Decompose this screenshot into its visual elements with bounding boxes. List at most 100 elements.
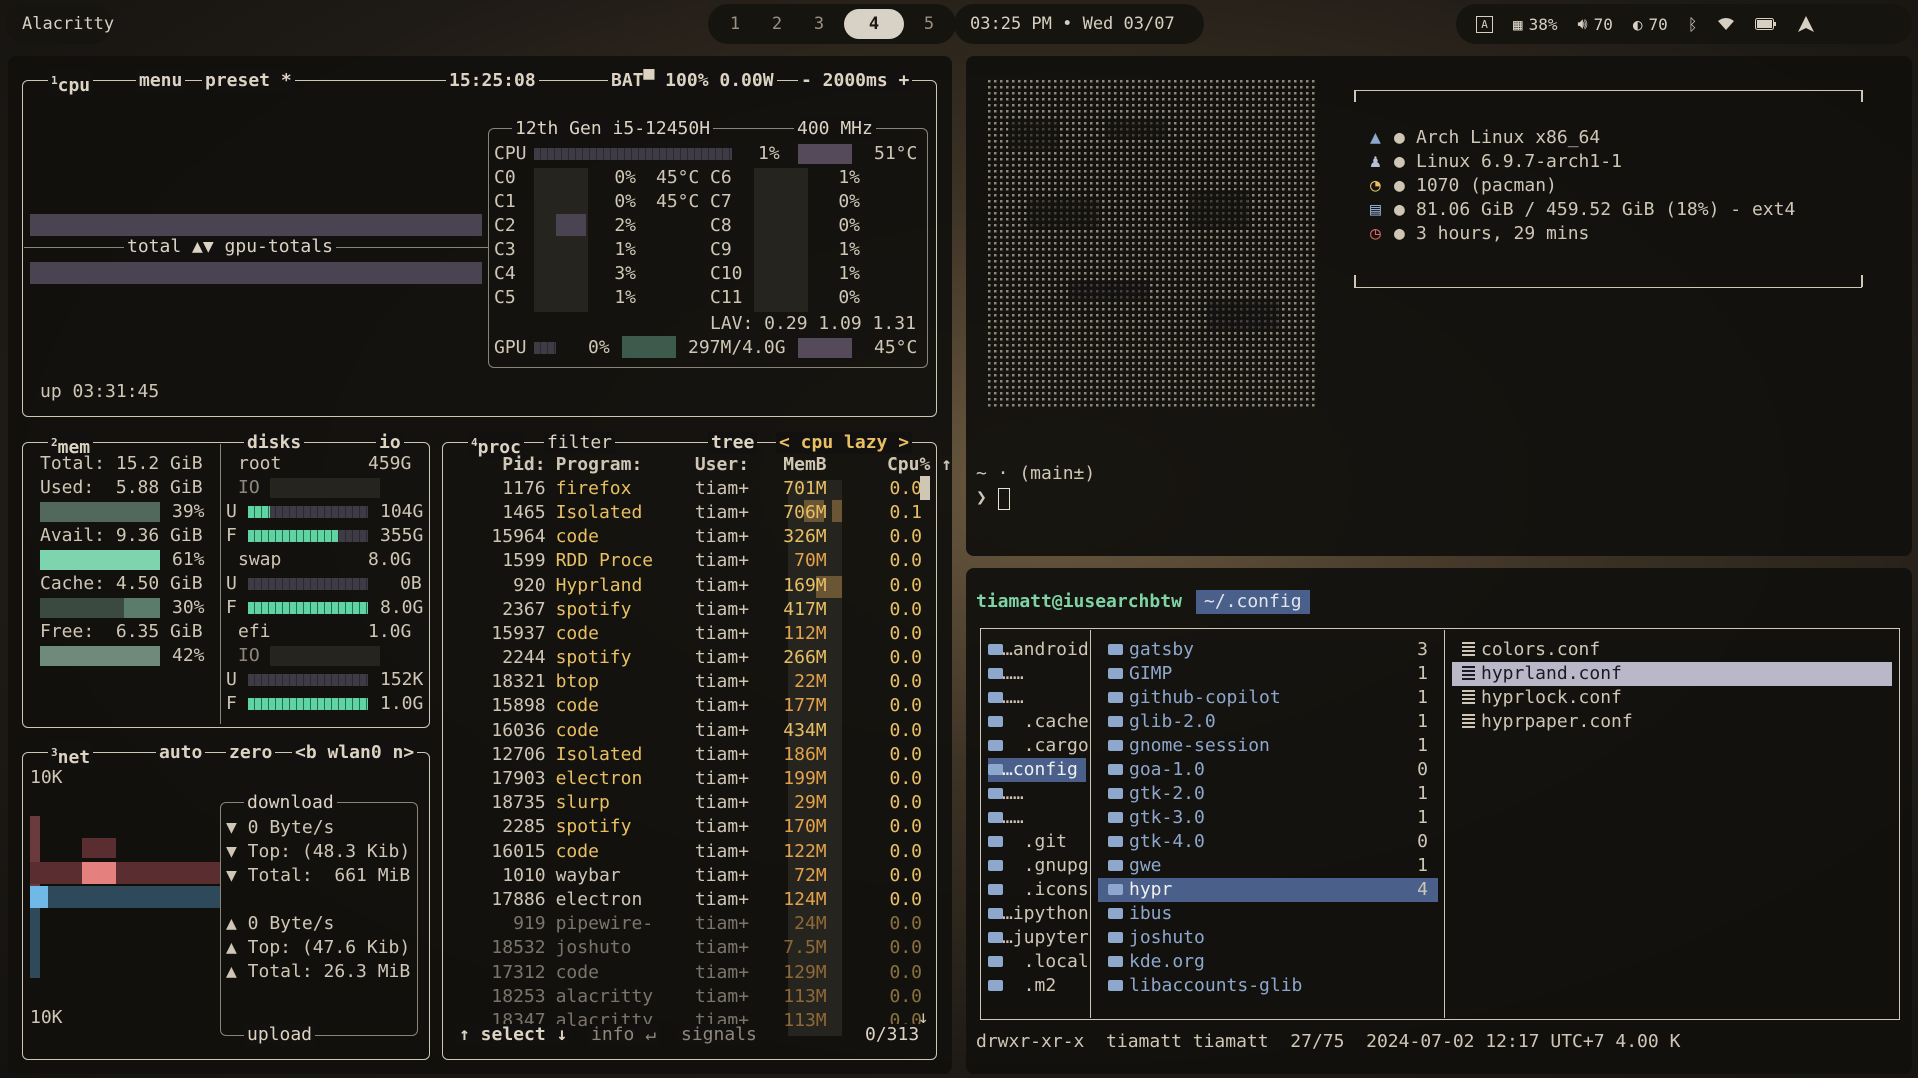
cpu-header[interactable]: Cpu% ↑ — [833, 452, 952, 476]
fm-dir-item[interactable]: gnome-session 1 — [1098, 734, 1438, 758]
process-row[interactable]: 1176 firefox tiam+ 701M 0.0 — [460, 476, 952, 500]
fm-file-item[interactable]: hyprpaper.conf — [1452, 710, 1892, 734]
fm-dir-item[interactable]: kde.org — [1098, 950, 1438, 974]
net-zero-button[interactable]: zero — [226, 742, 276, 764]
user-header[interactable]: User: — [675, 452, 755, 476]
process-row[interactable]: 2285 spotify tiam+ 170M 0.0 — [460, 815, 952, 839]
workspace-3[interactable]: 3 — [798, 14, 840, 34]
terminal-window[interactable]: ▲ ● Arch Linux x86_64 ♟ ● Linux 6.9.7-ar… — [966, 56, 1912, 556]
fm-parent-item[interactable]: …… — [988, 662, 1086, 686]
battery-indicator[interactable]: ▦ 38% — [1513, 15, 1558, 34]
fm-parent-item[interactable]: …… — [988, 686, 1086, 710]
process-row[interactable]: 15898 code tiam+ 177M 0.0 — [460, 694, 952, 718]
fm-dir-item[interactable]: gtk-3.0 1 — [1098, 806, 1438, 830]
fm-file-item[interactable]: hyprland.conf — [1452, 662, 1892, 686]
proc-scrollbar-thumb[interactable] — [920, 476, 930, 500]
fm-file-item[interactable]: colors.conf — [1452, 638, 1892, 662]
shell-cursor[interactable] — [998, 488, 1010, 510]
preset-button[interactable]: preset * — [202, 70, 295, 92]
process-row[interactable]: 2367 spotify tiam+ 417M 0.0 — [460, 597, 952, 621]
process-row[interactable]: 15937 code tiam+ 112M 0.0 — [460, 621, 952, 645]
process-row[interactable]: 17312 code tiam+ 129M 0.0 — [460, 960, 952, 984]
proc-info-button[interactable]: info ↵ — [588, 1024, 660, 1046]
fm-parent-item[interactable]: .icons — [988, 878, 1089, 902]
fm-dir-item[interactable]: libaccounts-glib — [1098, 974, 1438, 998]
process-row[interactable]: 18253 alacritty tiam+ 113M 0.0 — [460, 984, 952, 1008]
fm-dir-item[interactable]: gatsby 3 — [1098, 638, 1438, 662]
fm-parent-item[interactable]: …android — [988, 638, 1089, 662]
process-row[interactable]: 12706 Isolated tiam+ 186M 0.0 — [460, 742, 952, 766]
fm-parent-item[interactable]: .local — [988, 950, 1089, 974]
process-row[interactable]: 1599 RDD Proce tiam+ 70M 0.0 — [460, 549, 952, 573]
net-auto-button[interactable]: auto — [156, 742, 206, 764]
net-box-label[interactable]: 3net — [48, 742, 94, 769]
btop-window[interactable]: 1cpu menu preset * 15:25:08 BAT▀ 100% 0.… — [8, 56, 952, 1074]
process-row[interactable]: 18735 slurp tiam+ 29M 0.0 — [460, 791, 952, 815]
fm-current-path[interactable]: ~/.config — [1196, 590, 1310, 614]
process-row[interactable]: 2244 spotify tiam+ 266M 0.0 — [460, 646, 952, 670]
disks-label[interactable]: disks — [244, 432, 305, 454]
fm-dir-item[interactable]: gtk-4.0 0 — [1098, 830, 1438, 854]
process-row[interactable]: 17886 electron tiam+ 124M 0.0 — [460, 887, 952, 911]
fm-parent-item[interactable]: …… — [988, 782, 1086, 806]
process-row[interactable]: 17903 electron tiam+ 199M 0.0 — [460, 766, 952, 790]
workspace-4[interactable]: 4 — [844, 9, 904, 39]
process-mem: 113M — [783, 985, 827, 1007]
process-row[interactable]: 920 Hyprland tiam+ 169M 0.0 — [460, 573, 952, 597]
arch-logo-icon[interactable] — [1797, 15, 1815, 33]
workspace-1[interactable]: 1 — [714, 14, 756, 34]
fm-dir-item[interactable]: gwe 1 — [1098, 854, 1438, 878]
volume-indicator[interactable]: 🔊︎ 70 — [1578, 14, 1613, 34]
menu-button[interactable]: menu — [136, 70, 186, 92]
workspace-5[interactable]: 5 — [908, 14, 950, 34]
update-interval[interactable]: - 2000ms + — [798, 70, 913, 92]
fm-parent-item[interactable]: .cache — [988, 710, 1089, 734]
proc-signals-button[interactable]: signals — [678, 1024, 760, 1046]
fm-parent-item[interactable]: …jupyter — [988, 926, 1089, 950]
proc-sort-selector[interactable]: < cpu lazy > — [776, 432, 913, 454]
fm-parent-item[interactable]: …ipython — [988, 902, 1089, 926]
fm-dir-item[interactable]: hypr 4 — [1098, 878, 1438, 902]
fm-parent-item[interactable]: …… — [988, 806, 1086, 830]
proc-filter-button[interactable]: filter — [544, 432, 616, 454]
cpu-box-label[interactable]: 1cpu — [48, 70, 94, 97]
graph-label[interactable]: total ▲▼ gpu-totals — [124, 236, 336, 258]
fm-parent-item[interactable]: …config — [988, 758, 1086, 782]
fm-dir-item[interactable]: ibus — [1098, 902, 1438, 926]
fm-parent-item[interactable]: .gnupg — [988, 854, 1089, 878]
process-row[interactable]: 18321 btop tiam+ 22M 0.0 — [460, 670, 952, 694]
process-cpu: 0.1 — [889, 501, 922, 523]
process-row[interactable]: 1465 Isolated tiam+ 706M 0.1 — [460, 500, 952, 524]
process-row[interactable]: 16036 code tiam+ 434M 0.0 — [460, 718, 952, 742]
fm-parent-item[interactable]: .git — [988, 830, 1086, 854]
process-row[interactable]: 1010 waybar tiam+ 72M 0.0 — [460, 863, 952, 887]
fm-parent-item[interactable]: .cargo — [988, 734, 1089, 758]
keyboard-layout[interactable]: A — [1476, 15, 1493, 33]
workspace-2[interactable]: 2 — [756, 14, 798, 34]
clock-pill[interactable]: 03:25 PM • Wed 03/07 — [954, 4, 1204, 44]
proc-tree-button[interactable]: tree — [708, 432, 758, 454]
wifi-icon[interactable] — [1717, 17, 1735, 31]
proc-select-control[interactable]: ↑ select ↓ — [456, 1024, 571, 1046]
mem-header[interactable]: MemB — [755, 452, 833, 476]
brightness-indicator[interactable]: ◐ 70 — [1633, 15, 1668, 34]
process-row[interactable]: 18532 joshuto tiam+ 7.5M 0.0 — [460, 936, 952, 960]
fm-dir-item[interactable]: glib-2.0 1 — [1098, 710, 1438, 734]
fm-dir-item[interactable]: joshuto — [1098, 926, 1438, 950]
fm-dir-item[interactable]: goa-1.0 0 — [1098, 758, 1438, 782]
fm-dir-item[interactable]: github-copilot 1 — [1098, 686, 1438, 710]
process-row[interactable]: 16015 code tiam+ 122M 0.0 — [460, 839, 952, 863]
pid-header[interactable]: Pid: — [460, 452, 556, 476]
io-label[interactable]: io — [376, 432, 404, 454]
fm-dir-item[interactable]: gtk-2.0 1 — [1098, 782, 1438, 806]
process-row[interactable]: 15964 code tiam+ 326M 0.0 — [460, 525, 952, 549]
program-header[interactable]: Program: — [556, 452, 676, 476]
process-row[interactable]: 919 pipewire-tiam+ 24M 0.0 — [460, 912, 952, 936]
fm-dir-item[interactable]: GIMP 1 — [1098, 662, 1438, 686]
file-manager-window[interactable]: tiamatt@iusearchbtw ~/.config …android ……… — [966, 568, 1912, 1074]
battery-icon[interactable] — [1755, 18, 1777, 30]
fm-parent-item[interactable]: .m2 — [988, 974, 1086, 998]
net-interface-selector[interactable]: <b wlan0 n> — [292, 742, 418, 764]
fm-file-item[interactable]: hyprlock.conf — [1452, 686, 1892, 710]
bluetooth-icon[interactable]: ᛒ — [1688, 15, 1698, 34]
